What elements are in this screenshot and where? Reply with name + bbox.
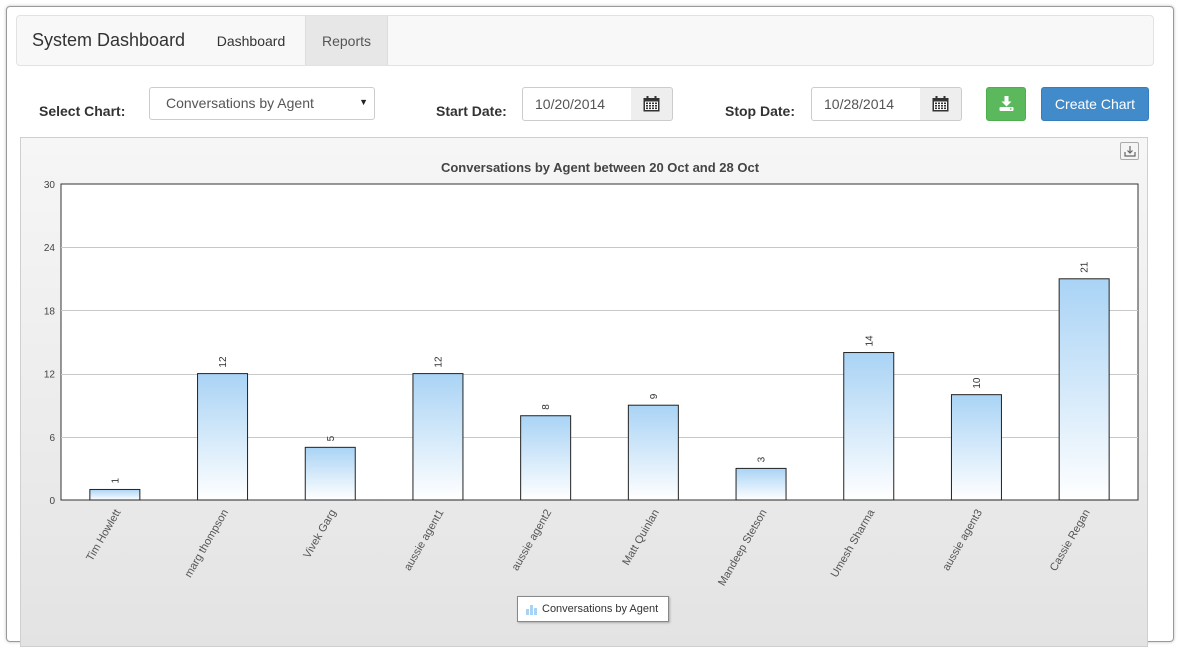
x-tick-label: marg thompson bbox=[183, 508, 232, 580]
bar[interactable] bbox=[412, 373, 464, 501]
y-axis-ticks: 0 6 12 18 24 30 bbox=[44, 180, 56, 507]
y-tick-label: 0 bbox=[49, 496, 55, 507]
bar-chart-icon bbox=[526, 605, 537, 615]
bar[interactable] bbox=[520, 415, 572, 501]
y-tick-label: 24 bbox=[44, 243, 56, 254]
bar-value-label: 10 bbox=[972, 377, 983, 389]
bar-value-label: 12 bbox=[433, 356, 444, 368]
bar-value-label: 1 bbox=[110, 477, 121, 483]
bar[interactable] bbox=[843, 352, 895, 501]
bar[interactable] bbox=[627, 404, 679, 501]
x-tick-label: aussie agent3 bbox=[940, 508, 985, 573]
export-icon bbox=[1124, 146, 1136, 157]
chart-export-button[interactable] bbox=[1120, 142, 1139, 160]
chart-title: Conversations by Agent between 20 Oct an… bbox=[441, 160, 760, 175]
x-tick-label: Vivek Garg bbox=[301, 508, 339, 561]
x-axis-labels: Tim Howlett marg thompson Vivek Garg aussie… bbox=[84, 507, 1093, 588]
x-tick-label: Umesh Sharma bbox=[829, 507, 878, 580]
x-tick-label: Cassie Regan bbox=[1048, 508, 1093, 574]
bar[interactable] bbox=[304, 446, 356, 501]
bar-chart: Conversations by Agent between 20 Oct an… bbox=[44, 160, 1139, 588]
y-tick-label: 18 bbox=[44, 306, 56, 317]
x-tick-label: aussie agent2 bbox=[510, 508, 555, 573]
bar[interactable] bbox=[735, 467, 787, 501]
x-tick-label: Mandeep Stetson bbox=[716, 508, 770, 589]
y-tick-label: 6 bbox=[49, 433, 55, 444]
y-tick-label: 12 bbox=[44, 370, 56, 381]
bar[interactable] bbox=[1058, 278, 1110, 501]
chart-legend[interactable]: Conversations by Agent bbox=[517, 596, 669, 622]
y-tick-label: 30 bbox=[44, 180, 56, 191]
bar-value-label: 21 bbox=[1080, 261, 1091, 273]
x-tick-label: Tim Howlett bbox=[84, 508, 123, 564]
bar-value-label: 8 bbox=[541, 404, 552, 410]
bar[interactable] bbox=[950, 394, 1002, 501]
bar-value-label: 14 bbox=[864, 335, 875, 347]
bar-value-label: 9 bbox=[649, 393, 660, 399]
legend-series-name: Conversations by Agent bbox=[542, 603, 659, 615]
x-tick-label: aussie agent1 bbox=[402, 508, 447, 573]
bar[interactable] bbox=[89, 488, 141, 501]
bar-value-label: 12 bbox=[218, 356, 229, 368]
bar[interactable] bbox=[197, 373, 249, 501]
bar-value-label: 5 bbox=[326, 435, 337, 441]
bar-value-label: 3 bbox=[757, 456, 768, 462]
x-tick-label: Matt Quinlan bbox=[620, 508, 662, 568]
